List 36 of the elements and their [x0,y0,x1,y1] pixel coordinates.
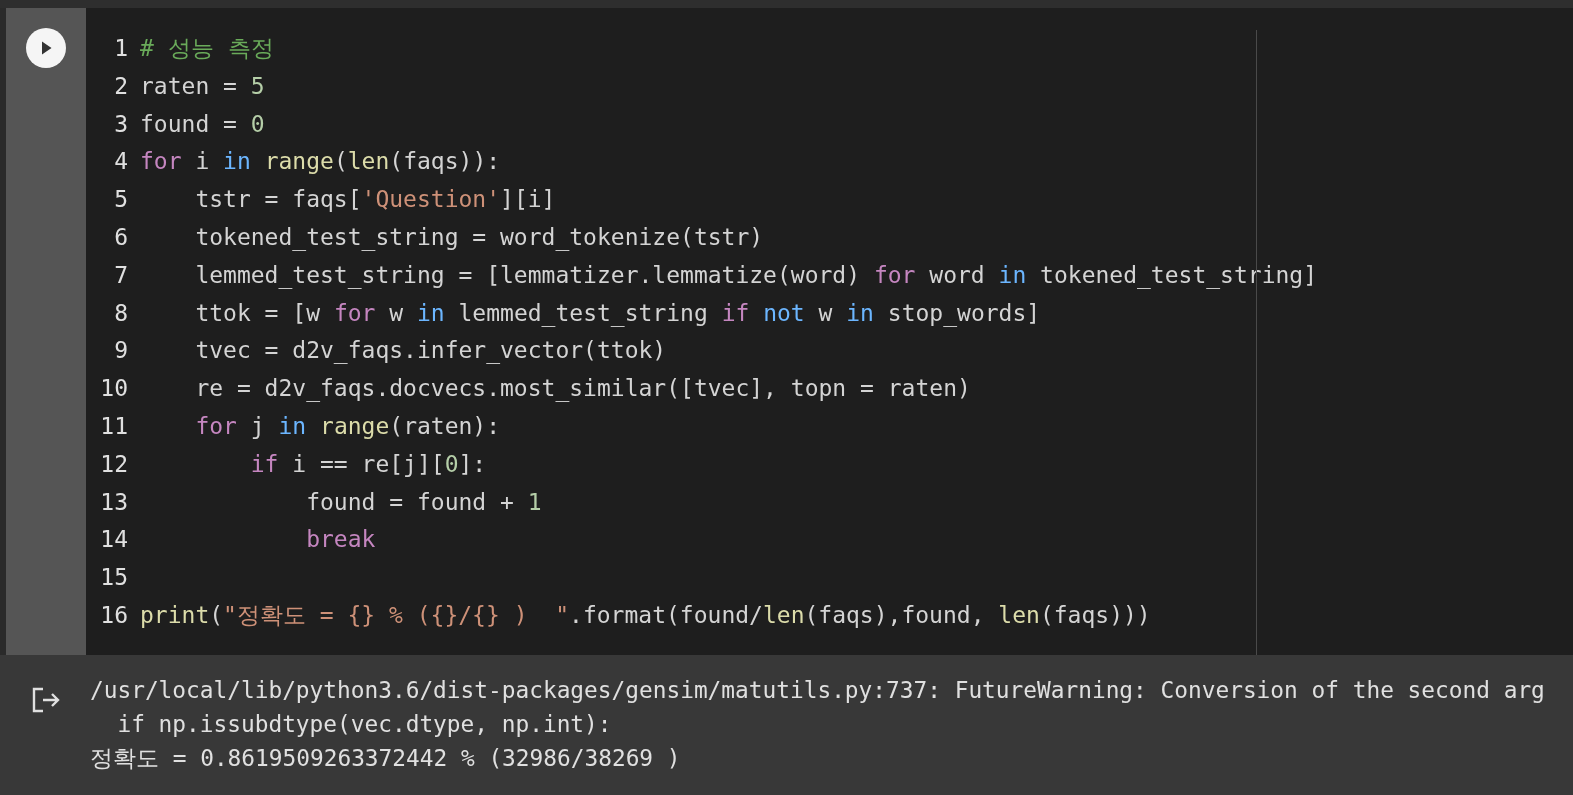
code-line: ttok = [w for w in lemmed_test_string if not w in stop_words] [194,298,1041,329]
code-line: if i == re[j][0]: [249,449,487,479]
output-line: /usr/local/lib/python3.6/dist-packages/gensim/matutils.py:737: FutureWarning: Conversion of the second arg [90,676,1545,705]
line-number: 15 [99,563,128,593]
code-line: for j in range(raten): [194,411,501,441]
line-number: 2 [113,71,128,101]
line-number: 6 [113,223,128,252]
line-number: 12 [99,449,128,479]
line-number: 3 [113,109,128,139]
line-number: 11 [99,411,128,441]
line-number: 8 [113,298,128,328]
line-number: 13 [99,487,128,517]
line-number: 7 [113,260,128,290]
code-line: tvec = d2v_faqs.infer_vector(ttok) [194,336,667,366]
line-number: 1 [113,34,128,63]
code-line: found = 0 [140,109,265,139]
line-number: 14 [99,525,128,555]
line-number: 10 [99,374,128,404]
run-button[interactable] [26,28,66,68]
code-line: tokened_test_string = word_tokenize(tstr) [194,223,764,253]
code-line: for i in range(len(faqs)): [140,147,501,177]
output-line: 정확도 = 0.8619509263372442 % (32986/38269 ) [90,744,682,773]
code-line: break [305,525,376,555]
code-line: print("정확도 = {} % ({}/{} ) ".format(found/len(faqs),found, len(faqs))) [140,600,1151,630]
output-line: if np.issubdtype(vec.dtype, np.int): [116,710,613,739]
code-line: found = found + 1 [305,487,542,517]
line-number: 16 [99,600,128,630]
output-icon [31,687,61,713]
code-line: tstr = faqs['Question'][i] [194,185,556,215]
line-number: 5 [113,185,128,215]
code-line: lemmed_test_string = [lemmatizer.lemmatize(word) for word in tokened_test_string] [194,260,1318,291]
line-number: 9 [113,336,128,366]
code-line: re = d2v_faqs.docvecs.most_similar([tvec], topn = raten) [194,374,971,404]
code-line: # 성능 측정 [140,34,274,63]
line-number: 4 [113,147,128,177]
code-line: raten = 5 [140,71,265,101]
